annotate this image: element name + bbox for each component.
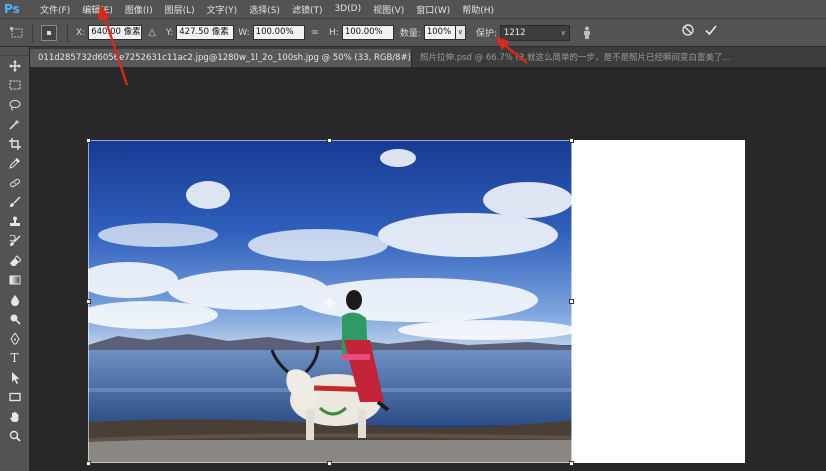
tools-panel: T	[0, 47, 30, 471]
menu-image[interactable]: 图像(I)	[119, 3, 159, 16]
brush-tool-icon[interactable]	[0, 193, 29, 213]
healing-brush-tool-icon[interactable]	[0, 173, 29, 193]
document-canvas-background[interactable]	[571, 140, 745, 463]
tool-preset-picker[interactable]	[6, 25, 28, 41]
eyedropper-tool-icon[interactable]	[0, 154, 29, 174]
transform-handle-top-right[interactable]	[569, 138, 574, 143]
marquee-tool-icon[interactable]	[0, 76, 29, 96]
transform-handle-middle-right[interactable]	[569, 299, 574, 304]
menu-help[interactable]: 帮助(H)	[456, 3, 500, 16]
transform-icon	[10, 26, 23, 37]
chevron-down-icon: ∨	[560, 28, 566, 37]
type-tool-icon[interactable]: T	[0, 349, 29, 369]
height-field[interactable]: 100.00%	[341, 25, 394, 40]
menu-bar: Ps 文件(F) 编辑(E) 图像(I) 图层(L) 文字(Y) 选择(S) 滤…	[0, 0, 826, 19]
crop-tool-icon[interactable]	[0, 134, 29, 154]
protect-label: 保护:	[475, 29, 497, 39]
history-brush-tool-icon[interactable]	[0, 232, 29, 252]
amount-label: 数量:	[399, 29, 421, 39]
transform-center-crosshair-icon[interactable]	[324, 297, 336, 309]
dodge-tool-icon[interactable]	[0, 310, 29, 330]
h-label: H:	[329, 27, 339, 38]
w-label: W:	[238, 27, 250, 38]
x-position-field[interactable]: 640.00 像素	[88, 25, 143, 40]
menu-window[interactable]: 窗口(W)	[410, 3, 456, 16]
move-tool-icon[interactable]	[0, 56, 29, 76]
protect-select[interactable]: 1212 ∨	[499, 24, 570, 41]
document-tabs: 011d285732d6056e7252631c11ac2.jpg@1280w_…	[30, 47, 826, 67]
blur-tool-icon[interactable]	[0, 290, 29, 310]
transform-handle-bottom-center[interactable]	[327, 461, 332, 466]
transform-handle-top-center[interactable]	[327, 138, 332, 143]
panel-grip[interactable]	[0, 47, 29, 56]
options-bar: X: 640.00 像素 △ Y: 427.50 像素 W: 100.00% ∞…	[0, 19, 826, 47]
cancel-transform-icon[interactable]	[682, 24, 694, 36]
width-field[interactable]: 100.00%	[252, 25, 305, 40]
separator	[67, 23, 68, 42]
menu-layer[interactable]: 图层(L)	[159, 3, 201, 16]
photoshop-logo: Ps	[4, 2, 20, 16]
hand-tool-icon[interactable]	[0, 407, 29, 427]
separator	[32, 23, 33, 42]
transform-handle-bottom-right[interactable]	[569, 461, 574, 466]
menu-3d[interactable]: 3D(D)	[328, 4, 367, 14]
gradient-tool-icon[interactable]	[0, 271, 29, 291]
menu-filter[interactable]: 滤镜(T)	[286, 3, 329, 16]
tab-inactive-document[interactable]: 照片拉伸.psd @ 66.7% (3.就这么简单的一步，是不是照片已经瞬间变白…	[412, 49, 808, 67]
pen-tool-icon[interactable]	[0, 329, 29, 349]
x-label: X:	[76, 27, 86, 38]
tab-label: 011d285732d6056e7252631c11ac2.jpg@1280w_…	[38, 53, 412, 63]
path-selection-tool-icon[interactable]	[0, 368, 29, 388]
link-icon[interactable]: ∞	[311, 27, 319, 38]
lasso-tool-icon[interactable]	[0, 95, 29, 115]
rectangle-tool-icon[interactable]	[0, 388, 29, 408]
transform-handle-bottom-left[interactable]	[86, 461, 91, 466]
delta-icon[interactable]: △	[148, 27, 156, 38]
menu-edit[interactable]: 编辑(E)	[76, 3, 119, 16]
y-label: Y:	[165, 27, 174, 38]
tab-label: 照片拉伸.psd @ 66.7% (3.就这么简单的一步，是不是照片已经瞬间变白…	[420, 53, 731, 63]
quick-select-tool-icon[interactable]	[0, 115, 29, 135]
transform-handle-middle-left[interactable]	[86, 299, 91, 304]
tab-active-document[interactable]: 011d285732d6056e7252631c11ac2.jpg@1280w_…	[30, 49, 412, 67]
eraser-tool-icon[interactable]	[0, 251, 29, 271]
protect-skin-tones-icon[interactable]	[582, 26, 592, 39]
menu-view[interactable]: 视图(V)	[367, 3, 410, 16]
zoom-tool-icon[interactable]	[0, 427, 29, 447]
y-position-field[interactable]: 427.50 像素	[176, 25, 235, 40]
transform-handle-top-left[interactable]	[86, 138, 91, 143]
commit-transform-icon[interactable]	[704, 23, 718, 37]
menu-file[interactable]: 文件(F)	[34, 3, 76, 16]
menu-type[interactable]: 文字(Y)	[201, 3, 244, 16]
menu-select[interactable]: 选择(S)	[243, 3, 286, 16]
reference-point-locator[interactable]	[41, 24, 57, 41]
protect-value: 1212	[503, 27, 526, 38]
amount-dropdown-icon[interactable]: ∨	[455, 25, 466, 40]
amount-field[interactable]: 100%	[423, 25, 456, 40]
clone-stamp-tool-icon[interactable]	[0, 212, 29, 232]
